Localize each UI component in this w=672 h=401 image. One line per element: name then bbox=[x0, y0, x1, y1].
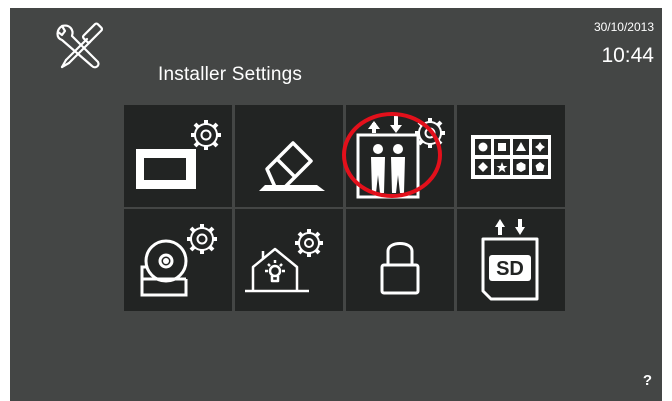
screen: Installer Settings 30/10/2013 10:44 SD ? bbox=[10, 8, 662, 401]
symbol-keypad-icon bbox=[471, 135, 551, 179]
bell-settings-icon bbox=[140, 224, 217, 297]
padlock-tile[interactable] bbox=[346, 209, 454, 311]
lift-settings-tile[interactable] bbox=[346, 105, 454, 207]
home-light-settings-tile[interactable] bbox=[235, 209, 343, 311]
page-title: Installer Settings bbox=[158, 64, 303, 85]
date-display: 30/10/2013 bbox=[593, 20, 654, 34]
bell-settings-tile[interactable] bbox=[124, 209, 232, 311]
eraser-icon bbox=[259, 141, 325, 191]
home-light-settings-icon bbox=[245, 229, 323, 293]
wrench-screwdriver-icon[interactable] bbox=[52, 20, 112, 72]
help-button[interactable]: ? bbox=[643, 372, 652, 389]
time-display: 10:44 bbox=[601, 44, 654, 67]
eraser-tile[interactable] bbox=[235, 105, 343, 207]
svg-text:SD: SD bbox=[496, 258, 524, 280]
lift-settings-icon bbox=[356, 115, 445, 199]
sd-card-transfer-icon: SD bbox=[481, 219, 539, 301]
monitor-settings-tile[interactable] bbox=[124, 105, 232, 207]
symbol-keypad-tile[interactable] bbox=[457, 105, 565, 207]
settings-menu-grid: SD bbox=[124, 105, 565, 313]
padlock-icon bbox=[380, 242, 420, 295]
sd-card-transfer-tile[interactable]: SD bbox=[457, 209, 565, 311]
monitor-settings-icon bbox=[136, 120, 221, 189]
